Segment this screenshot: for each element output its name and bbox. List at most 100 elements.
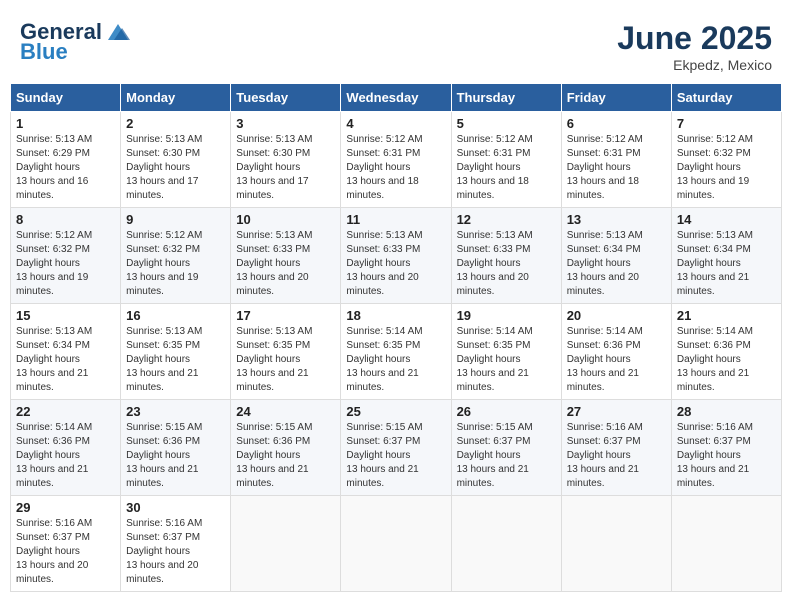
daylight-value: 13 hours and 21 minutes. xyxy=(567,368,639,393)
sunrise-label: Sunrise: 5:13 AM xyxy=(126,326,202,337)
day-number: 7 xyxy=(677,116,776,131)
cell-content: Sunrise: 5:13 AM Sunset: 6:34 PM Dayligh… xyxy=(677,229,776,299)
sunset-label: Sunset: 6:33 PM xyxy=(236,244,310,255)
daylight-label: Daylight hours xyxy=(567,162,631,173)
cell-content: Sunrise: 5:16 AM Sunset: 6:37 PM Dayligh… xyxy=(16,517,115,587)
sunrise-label: Sunrise: 5:13 AM xyxy=(567,230,643,241)
calendar-cell: 20 Sunrise: 5:14 AM Sunset: 6:36 PM Dayl… xyxy=(561,304,671,400)
cell-content: Sunrise: 5:14 AM Sunset: 6:36 PM Dayligh… xyxy=(567,325,666,395)
sunrise-label: Sunrise: 5:13 AM xyxy=(346,230,422,241)
cell-content: Sunrise: 5:13 AM Sunset: 6:35 PM Dayligh… xyxy=(236,325,335,395)
cell-content: Sunrise: 5:12 AM Sunset: 6:31 PM Dayligh… xyxy=(346,133,445,203)
daylight-label: Daylight hours xyxy=(346,162,410,173)
daylight-label: Daylight hours xyxy=(236,162,300,173)
daylight-label: Daylight hours xyxy=(677,162,741,173)
cell-content: Sunrise: 5:13 AM Sunset: 6:34 PM Dayligh… xyxy=(567,229,666,299)
calendar-cell: 4 Sunrise: 5:12 AM Sunset: 6:31 PM Dayli… xyxy=(341,112,451,208)
sunrise-label: Sunrise: 5:13 AM xyxy=(236,230,312,241)
sunset-label: Sunset: 6:34 PM xyxy=(677,244,751,255)
cell-content: Sunrise: 5:13 AM Sunset: 6:33 PM Dayligh… xyxy=(457,229,556,299)
daylight-label: Daylight hours xyxy=(677,450,741,461)
cell-content: Sunrise: 5:12 AM Sunset: 6:31 PM Dayligh… xyxy=(567,133,666,203)
day-number: 2 xyxy=(126,116,225,131)
daylight-label: Daylight hours xyxy=(236,450,300,461)
calendar-cell: 1 Sunrise: 5:13 AM Sunset: 6:29 PM Dayli… xyxy=(11,112,121,208)
cell-content: Sunrise: 5:15 AM Sunset: 6:36 PM Dayligh… xyxy=(126,421,225,491)
cell-content: Sunrise: 5:14 AM Sunset: 6:36 PM Dayligh… xyxy=(677,325,776,395)
calendar-cell: 9 Sunrise: 5:12 AM Sunset: 6:32 PM Dayli… xyxy=(121,208,231,304)
day-number: 27 xyxy=(567,404,666,419)
cell-content: Sunrise: 5:14 AM Sunset: 6:36 PM Dayligh… xyxy=(16,421,115,491)
calendar-cell: 30 Sunrise: 5:16 AM Sunset: 6:37 PM Dayl… xyxy=(121,496,231,592)
daylight-label: Daylight hours xyxy=(457,258,521,269)
sunrise-label: Sunrise: 5:15 AM xyxy=(346,422,422,433)
daylight-label: Daylight hours xyxy=(567,258,631,269)
daylight-label: Daylight hours xyxy=(236,354,300,365)
calendar-cell: 6 Sunrise: 5:12 AM Sunset: 6:31 PM Dayli… xyxy=(561,112,671,208)
day-number: 11 xyxy=(346,212,445,227)
sunset-label: Sunset: 6:36 PM xyxy=(16,436,90,447)
sunset-label: Sunset: 6:32 PM xyxy=(126,244,200,255)
daylight-label: Daylight hours xyxy=(16,354,80,365)
cell-content: Sunrise: 5:16 AM Sunset: 6:37 PM Dayligh… xyxy=(126,517,225,587)
calendar-header-row: SundayMondayTuesdayWednesdayThursdayFrid… xyxy=(11,84,782,112)
sunset-label: Sunset: 6:37 PM xyxy=(567,436,641,447)
cell-content: Sunrise: 5:13 AM Sunset: 6:33 PM Dayligh… xyxy=(236,229,335,299)
title-block: June 2025 Ekpedz, Mexico xyxy=(617,20,772,73)
day-number: 15 xyxy=(16,308,115,323)
calendar-cell: 5 Sunrise: 5:12 AM Sunset: 6:31 PM Dayli… xyxy=(451,112,561,208)
calendar-cell: 27 Sunrise: 5:16 AM Sunset: 6:37 PM Dayl… xyxy=(561,400,671,496)
daylight-value: 13 hours and 18 minutes. xyxy=(457,176,529,201)
calendar-week-row: 8 Sunrise: 5:12 AM Sunset: 6:32 PM Dayli… xyxy=(11,208,782,304)
sunset-label: Sunset: 6:34 PM xyxy=(567,244,641,255)
daylight-value: 13 hours and 20 minutes. xyxy=(567,272,639,297)
daylight-value: 13 hours and 21 minutes. xyxy=(236,368,308,393)
daylight-value: 13 hours and 18 minutes. xyxy=(346,176,418,201)
day-number: 3 xyxy=(236,116,335,131)
daylight-label: Daylight hours xyxy=(346,354,410,365)
sunset-label: Sunset: 6:31 PM xyxy=(346,148,420,159)
daylight-value: 13 hours and 20 minutes. xyxy=(457,272,529,297)
calendar-cell: 29 Sunrise: 5:16 AM Sunset: 6:37 PM Dayl… xyxy=(11,496,121,592)
daylight-value: 13 hours and 21 minutes. xyxy=(126,368,198,393)
daylight-label: Daylight hours xyxy=(677,354,741,365)
day-number: 24 xyxy=(236,404,335,419)
calendar-cell: 17 Sunrise: 5:13 AM Sunset: 6:35 PM Dayl… xyxy=(231,304,341,400)
sunrise-label: Sunrise: 5:13 AM xyxy=(677,230,753,241)
calendar-cell: 24 Sunrise: 5:15 AM Sunset: 6:36 PM Dayl… xyxy=(231,400,341,496)
day-number: 26 xyxy=(457,404,556,419)
daylight-value: 13 hours and 16 minutes. xyxy=(16,176,88,201)
sunrise-label: Sunrise: 5:16 AM xyxy=(126,518,202,529)
daylight-value: 13 hours and 20 minutes. xyxy=(16,560,88,585)
sunset-label: Sunset: 6:37 PM xyxy=(346,436,420,447)
sunset-label: Sunset: 6:35 PM xyxy=(346,340,420,351)
cell-content: Sunrise: 5:15 AM Sunset: 6:37 PM Dayligh… xyxy=(346,421,445,491)
daylight-label: Daylight hours xyxy=(457,354,521,365)
sunset-label: Sunset: 6:37 PM xyxy=(677,436,751,447)
sunrise-label: Sunrise: 5:13 AM xyxy=(236,134,312,145)
cell-content: Sunrise: 5:13 AM Sunset: 6:33 PM Dayligh… xyxy=(346,229,445,299)
cell-content: Sunrise: 5:13 AM Sunset: 6:30 PM Dayligh… xyxy=(236,133,335,203)
daylight-value: 13 hours and 18 minutes. xyxy=(567,176,639,201)
day-number: 1 xyxy=(16,116,115,131)
day-number: 28 xyxy=(677,404,776,419)
calendar-cell: 8 Sunrise: 5:12 AM Sunset: 6:32 PM Dayli… xyxy=(11,208,121,304)
sunset-label: Sunset: 6:35 PM xyxy=(457,340,531,351)
weekday-header-friday: Friday xyxy=(561,84,671,112)
sunset-label: Sunset: 6:32 PM xyxy=(677,148,751,159)
calendar-week-row: 15 Sunrise: 5:13 AM Sunset: 6:34 PM Dayl… xyxy=(11,304,782,400)
daylight-value: 13 hours and 21 minutes. xyxy=(346,464,418,489)
daylight-value: 13 hours and 21 minutes. xyxy=(567,464,639,489)
sunrise-label: Sunrise: 5:13 AM xyxy=(16,326,92,337)
calendar-cell: 21 Sunrise: 5:14 AM Sunset: 6:36 PM Dayl… xyxy=(671,304,781,400)
sunset-label: Sunset: 6:30 PM xyxy=(126,148,200,159)
location-subtitle: Ekpedz, Mexico xyxy=(617,57,772,73)
daylight-label: Daylight hours xyxy=(346,258,410,269)
daylight-label: Daylight hours xyxy=(457,162,521,173)
sunset-label: Sunset: 6:37 PM xyxy=(457,436,531,447)
page-header: General Blue June 2025 Ekpedz, Mexico xyxy=(10,10,782,78)
cell-content: Sunrise: 5:12 AM Sunset: 6:32 PM Dayligh… xyxy=(16,229,115,299)
daylight-value: 13 hours and 21 minutes. xyxy=(457,464,529,489)
daylight-value: 13 hours and 21 minutes. xyxy=(16,464,88,489)
daylight-label: Daylight hours xyxy=(457,450,521,461)
